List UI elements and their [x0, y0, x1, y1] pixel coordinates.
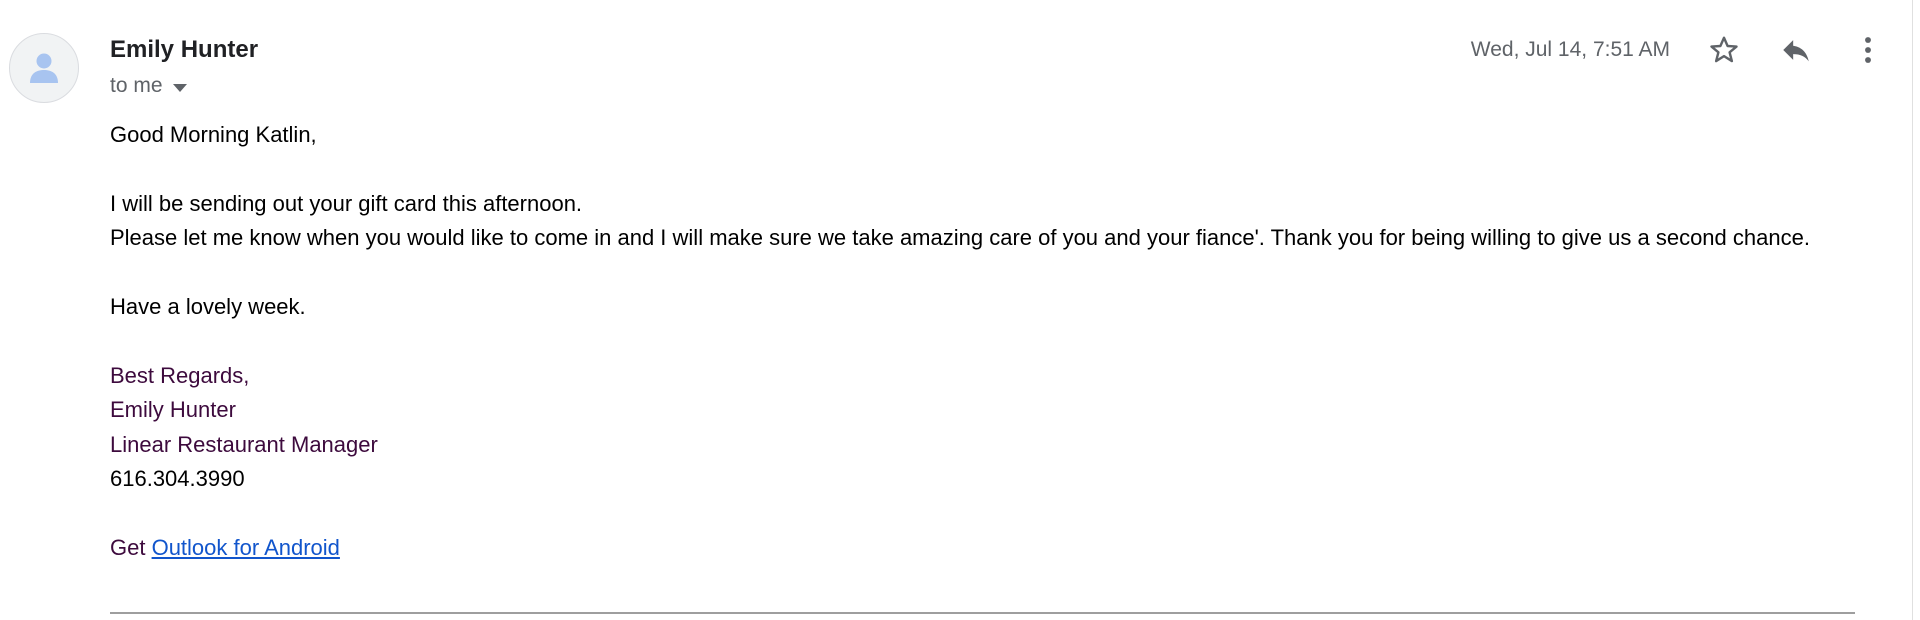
outlook-footer: Get Outlook for Android [110, 531, 1870, 565]
signature-name: Emily Hunter [110, 397, 236, 423]
reply-button[interactable] [1774, 28, 1818, 72]
more-options-button[interactable] [1846, 28, 1890, 72]
reply-icon [1783, 40, 1809, 62]
email-view: Emily Hunter to me Wed, Jul 14, 7:51 AM … [0, 0, 1920, 620]
body-line-1: I will be sending out your gift card thi… [110, 190, 583, 216]
signature-title: Linear Restaurant Manager [110, 431, 378, 457]
caret-down-icon[interactable] [172, 72, 187, 100]
signature-divider [110, 612, 1855, 614]
person-icon [30, 53, 58, 83]
scrollbar[interactable] [1912, 0, 1920, 620]
star-icon [1710, 36, 1738, 63]
sender-avatar[interactable] [9, 33, 79, 103]
email-body: Good Morning Katlin, I will be sending o… [110, 118, 1870, 565]
closing-line: Have a lovely week. [110, 294, 306, 319]
greeting: Good Morning Katlin, [110, 122, 317, 147]
recipient-label: to me [110, 74, 163, 97]
more-vert-icon [1865, 37, 1871, 63]
outlook-for-android-link[interactable]: Outlook for Android [152, 535, 340, 560]
sender-name[interactable]: Emily Hunter [110, 34, 258, 66]
star-button[interactable] [1702, 28, 1746, 72]
footer-prefix: Get [110, 534, 152, 560]
signature-phone: 616.304.3990 [110, 466, 245, 492]
recipient-details[interactable]: to me [110, 72, 187, 100]
email-timestamp: Wed, Jul 14, 7:51 AM [1470, 38, 1670, 61]
signature-regards: Best Regards, [110, 362, 250, 388]
body-line-2: Please let me know when you would like t… [110, 225, 1810, 251]
